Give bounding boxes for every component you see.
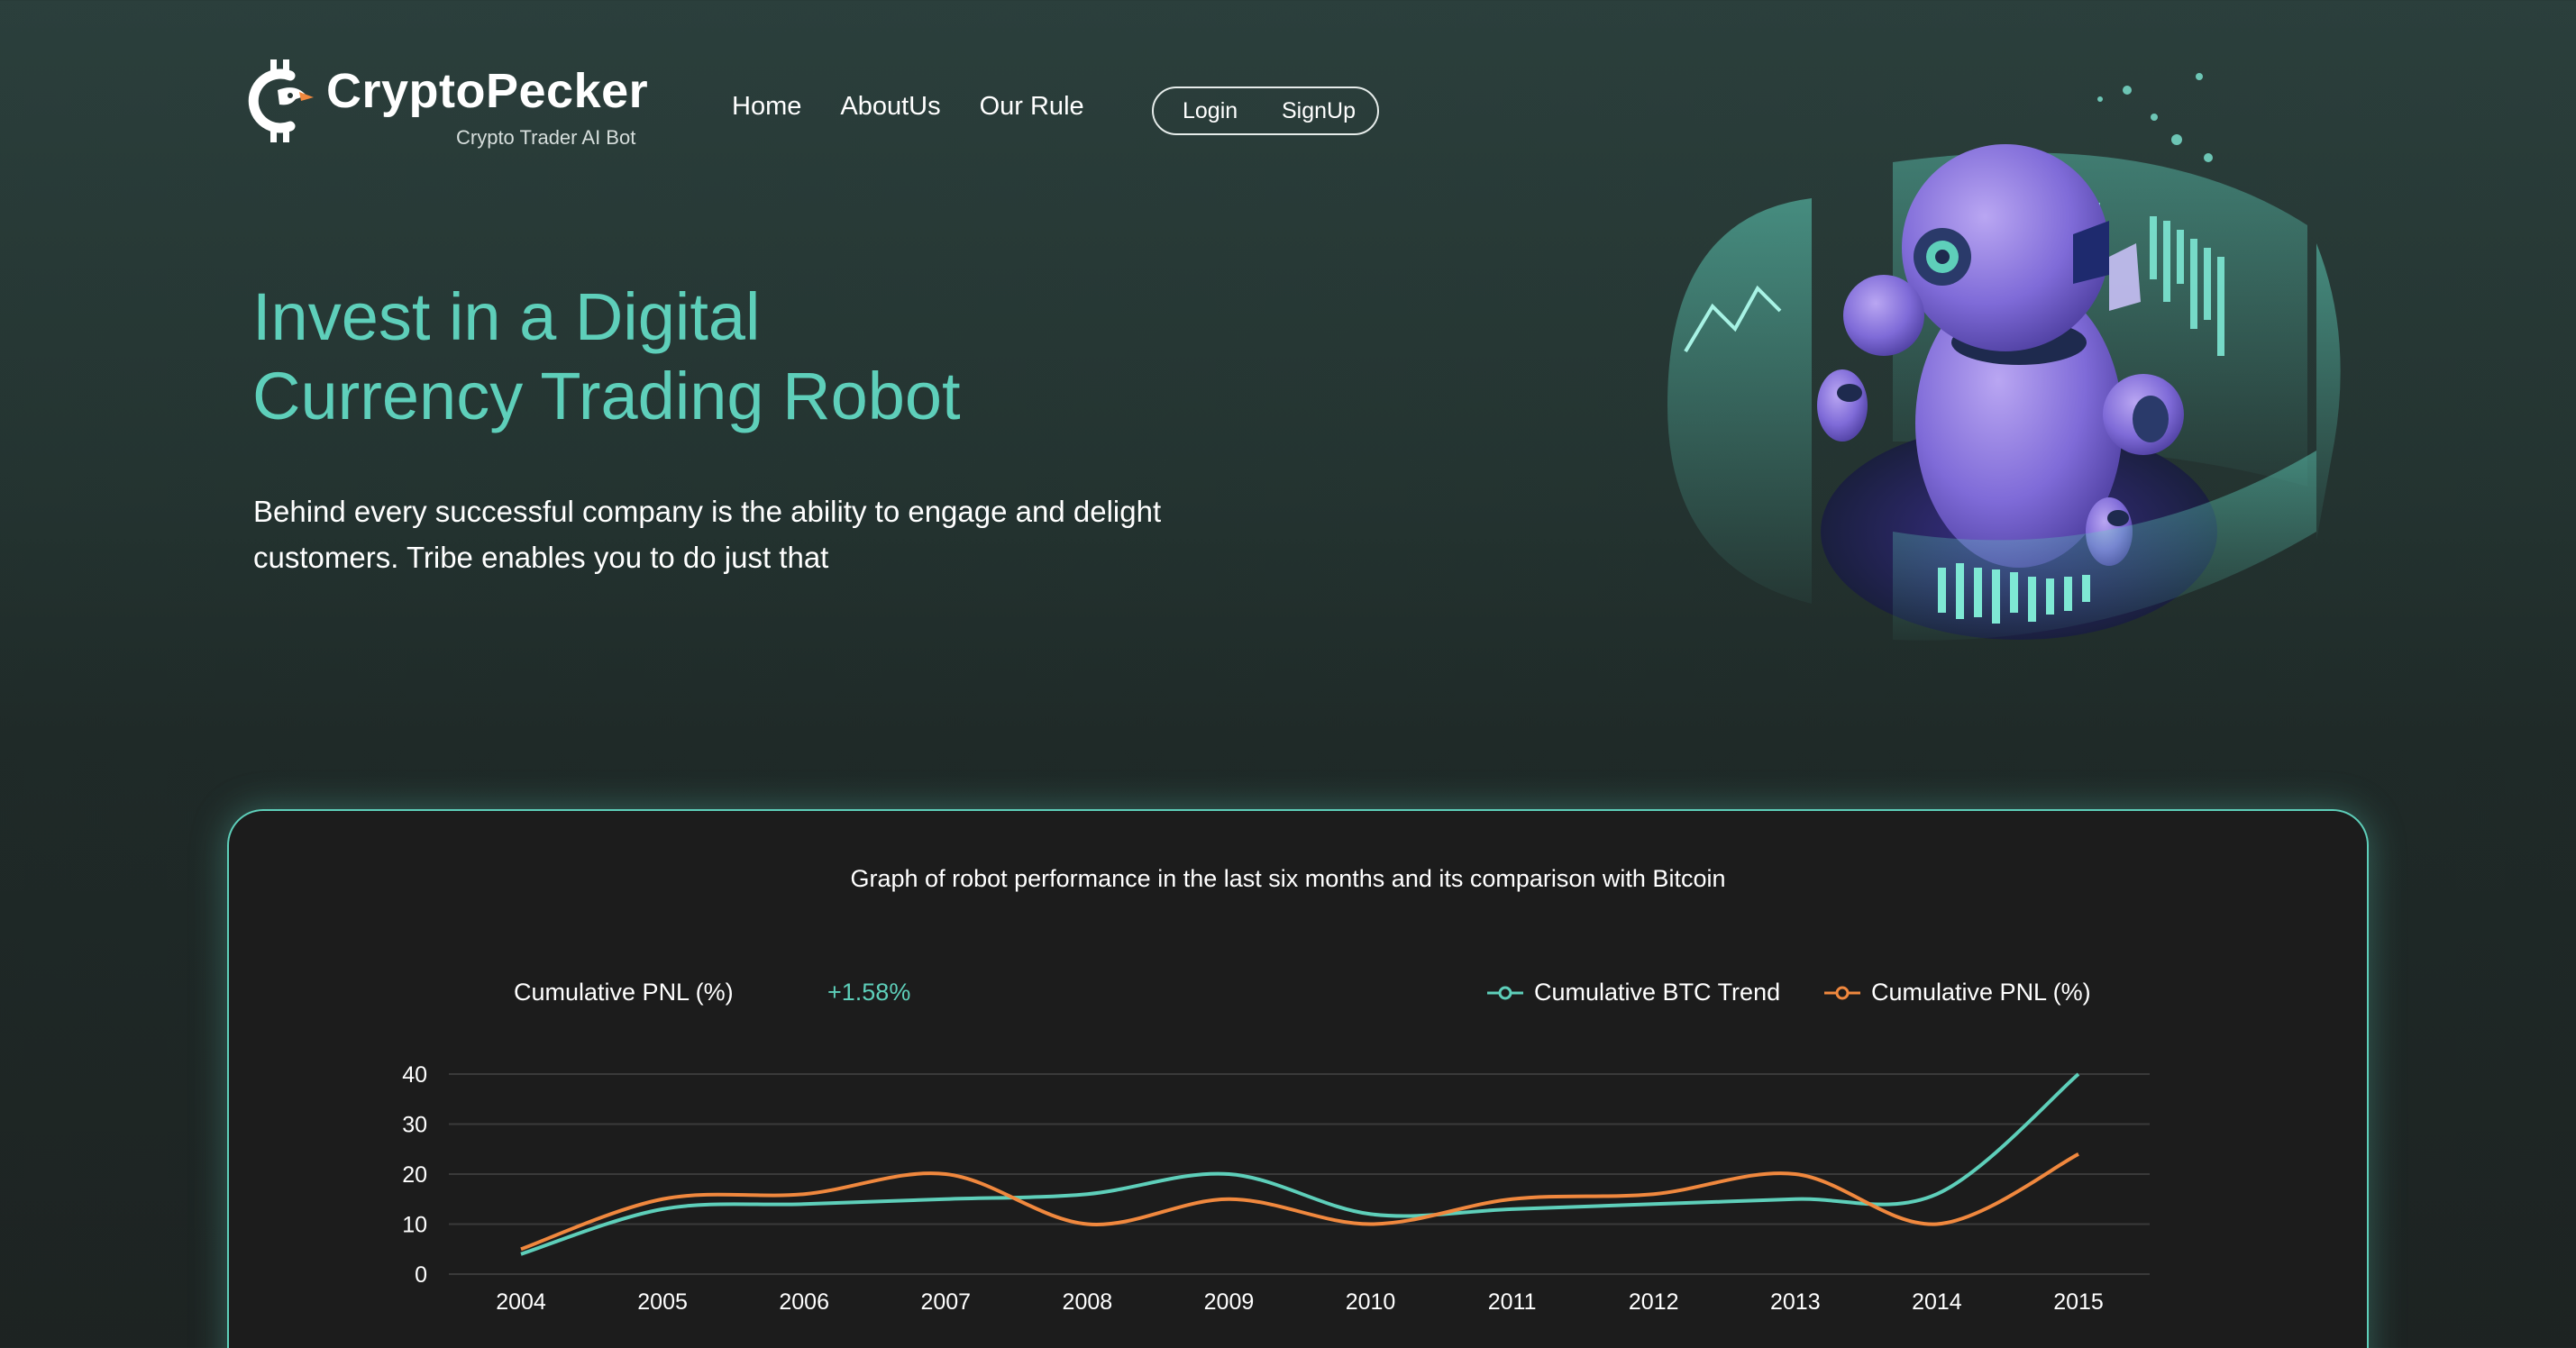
brand-name: CryptoPecker	[326, 63, 648, 119]
hero-title-line2: Currency Trading Robot	[252, 359, 961, 433]
hero-description-line2: customers. Tribe enables you to do just …	[253, 541, 829, 574]
main-nav: Home AboutUs Our Rule	[732, 92, 1123, 122]
x-tick-label: 2004	[496, 1289, 546, 1315]
brand-tagline: Crypto Trader AI Bot	[456, 126, 636, 149]
legend-item-btc[interactable]: Cumulative BTC Trend	[1487, 979, 1780, 1006]
legend-line-marker-icon	[1824, 986, 1860, 999]
x-tick-label: 2009	[1204, 1289, 1255, 1315]
x-tick-label: 2010	[1346, 1289, 1396, 1315]
nav-item-home[interactable]: Home	[732, 92, 801, 122]
series-line-btc-trend	[520, 1072, 2080, 1256]
brand-name-part1: Crypto	[326, 64, 486, 118]
x-tick-label: 2005	[637, 1289, 688, 1315]
legend-label-btc: Cumulative BTC Trend	[1534, 979, 1781, 1006]
hero-description: Behind every successful company is the a…	[253, 488, 1290, 580]
x-tick-label: 2008	[1063, 1289, 1113, 1315]
nav-item-our-rule[interactable]: Our Rule	[980, 92, 1084, 122]
pnl-value: +1.58%	[827, 979, 911, 1006]
legend-line-marker-icon	[1487, 986, 1523, 999]
brand-name-part2: Pecker	[486, 64, 649, 118]
brand-logo[interactable]: CryptoPecker Crypto Trader AI Bot	[243, 56, 649, 155]
y-tick-label: 0	[415, 1262, 427, 1288]
x-tick-label: 2011	[1488, 1289, 1537, 1315]
hero-description-line1: Behind every successful company is the a…	[253, 495, 1162, 528]
x-tick-label: 2012	[1629, 1289, 1679, 1315]
performance-title: Graph of robot performance in the last s…	[850, 865, 1726, 892]
legend-label-pnl: Cumulative PNL (%)	[1871, 979, 2091, 1006]
crypto-c-bird-logo-icon	[248, 59, 314, 142]
x-tick-label: 2014	[1912, 1289, 1962, 1315]
performance-line-chart: 0 10 20 30 40 2004 2005 2006 2007 2008 2009 2010 201…	[402, 1062, 2150, 1315]
x-tick-label: 2013	[1770, 1289, 1821, 1315]
login-button[interactable]: Login	[1183, 98, 1238, 124]
signup-button[interactable]: SignUp	[1282, 98, 1356, 124]
x-tick-label: 2007	[920, 1289, 971, 1315]
hero-title: Invest in a Digital Currency Trading Rob…	[252, 278, 961, 436]
x-tick-label: 2015	[2053, 1289, 2104, 1315]
legend-item-pnl[interactable]: Cumulative PNL (%)	[1824, 979, 2091, 1006]
y-tick-label: 10	[402, 1213, 427, 1238]
x-tick-label: 2006	[779, 1289, 829, 1315]
nav-item-about-us[interactable]: AboutUs	[840, 92, 940, 122]
pnl-label: Cumulative PNL (%)	[514, 979, 734, 1006]
y-tick-label: 20	[402, 1162, 427, 1188]
auth-button-group: Login SignUp	[1152, 87, 1379, 135]
ai-robot-hologram-illustration	[1667, 73, 2341, 641]
y-tick-label: 40	[402, 1062, 427, 1088]
hero-title-line1: Invest in a Digital	[252, 279, 761, 354]
y-tick-label: 30	[402, 1113, 427, 1138]
